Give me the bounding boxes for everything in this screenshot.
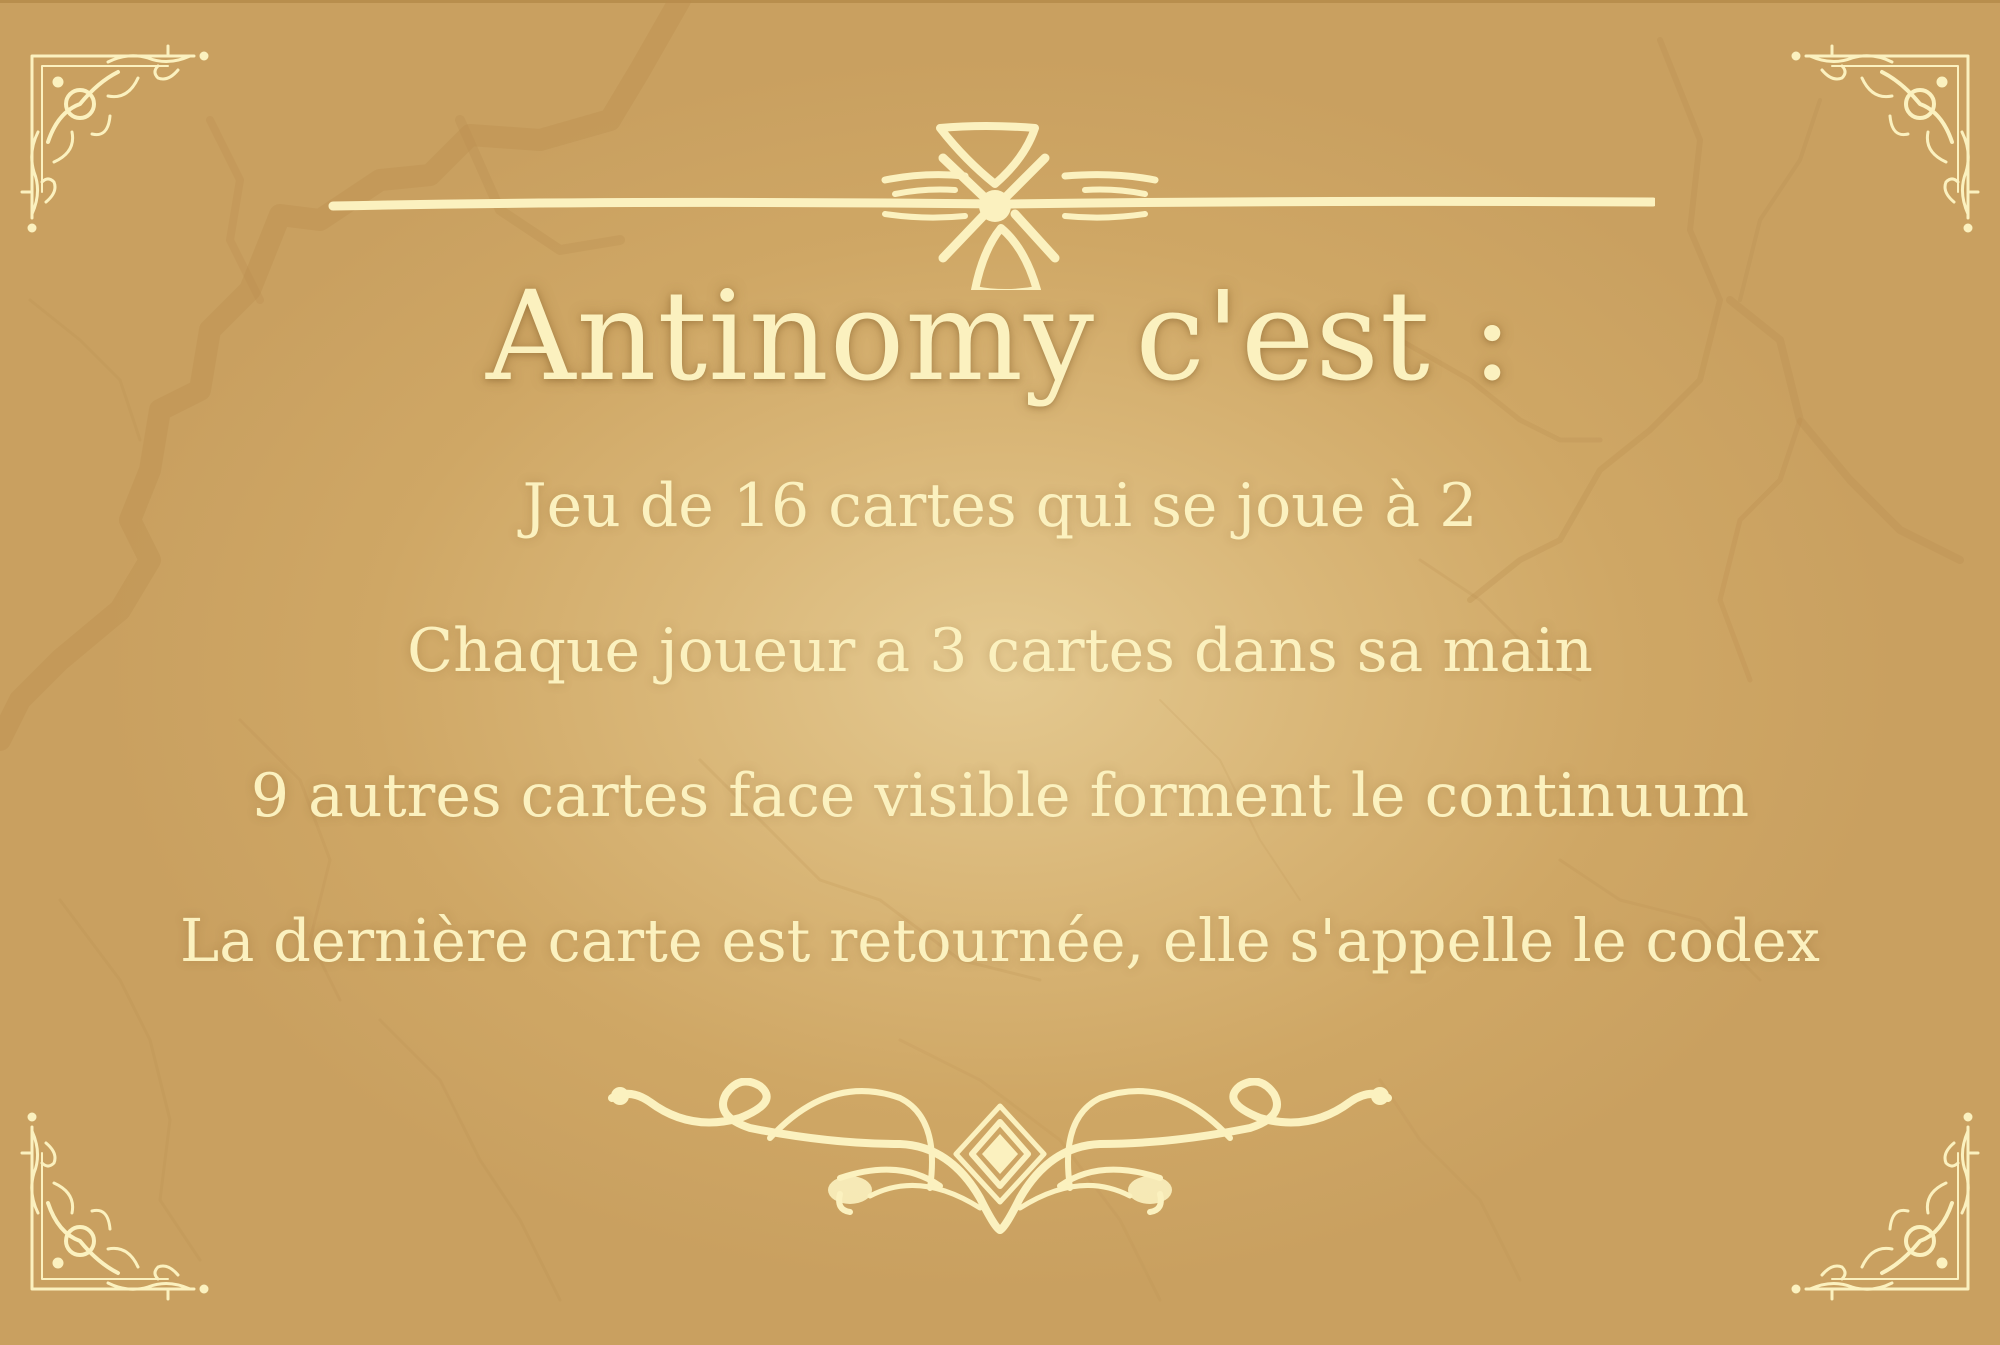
corner-flourish-icon: [1791, 44, 1980, 233]
corner-flourish-icon: [20, 44, 209, 233]
scroll-flourish-icon: [608, 1078, 1392, 1234]
corner-flourish-icon: [1791, 1112, 1980, 1301]
rule-line: Jeu de 16 cartes qui se joue à 2: [522, 471, 1478, 541]
corner-flourish-icon: [20, 1112, 209, 1301]
rule-list: Jeu de 16 cartes qui se joue à 2 Chaque …: [0, 456, 2000, 1036]
slide: Antinomy c'est : Jeu de 16 cartes qui se…: [0, 0, 2000, 1345]
rule-line: 9 autres cartes face visible forment le …: [250, 761, 1750, 831]
rule-line: Chaque joueur a 3 cartes dans sa main: [407, 616, 1593, 686]
page-title: Antinomy c'est :: [485, 265, 1515, 409]
rule-line: La dernière carte est retournée, elle s'…: [180, 906, 1820, 975]
